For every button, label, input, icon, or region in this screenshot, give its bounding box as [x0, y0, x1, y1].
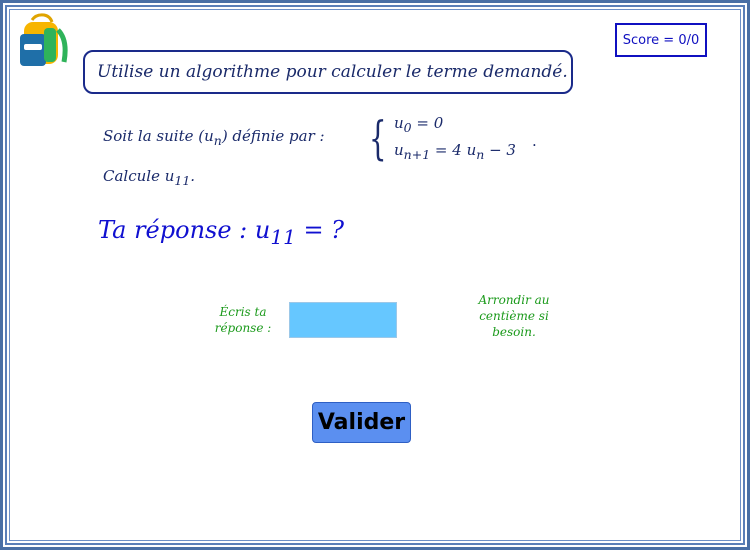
system-brace: { [369, 111, 387, 165]
instruction-box: Utilise un algorithme pour calculer le t… [83, 50, 573, 94]
initial-term: u0 = 0 [394, 114, 444, 135]
calculation-request: Calcule u11. [103, 167, 196, 188]
system-end-dot: . [532, 132, 537, 150]
rounding-hint: Arrondir au centième si besoin. [478, 293, 550, 339]
recurrence-relation: un+1 = 4 un − 3 [394, 141, 516, 162]
sequence-statement: Soit la suite (un) définie par : [103, 127, 325, 148]
write-answer-hint: Écris ta réponse : [214, 305, 272, 335]
backpack-icon [20, 13, 68, 66]
validate-button[interactable]: Valider [312, 402, 411, 443]
answer-input[interactable] [289, 302, 397, 338]
instruction-text: Utilise un algorithme pour calculer le t… [97, 62, 568, 82]
score-display: Score = 0/0 [615, 23, 707, 57]
answer-prompt: Ta réponse : u11 = ? [98, 216, 345, 249]
